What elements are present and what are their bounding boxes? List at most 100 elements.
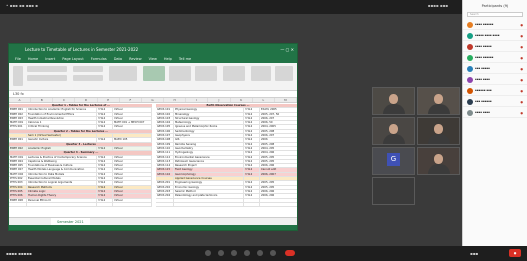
table-cell[interactable]: GEOS 104: [156, 121, 174, 125]
table-cell[interactable]: Academic English: [27, 146, 97, 151]
table-cell[interactable]: 2005, 205: [260, 156, 297, 159]
mic-muted-icon[interactable]: ●: [520, 89, 523, 93]
font-selector[interactable]: [27, 66, 67, 72]
raise-hand-icon[interactable]: [244, 250, 250, 256]
video-tile[interactable]: [372, 177, 415, 205]
table-cell[interactable]: Petroleum Geoscience: [174, 159, 244, 164]
participant-row[interactable]: ▪▪▪▪ ▪▪▪▪▪ ●: [463, 41, 527, 52]
table-cell[interactable]: 2005, 207, 50: [260, 113, 297, 116]
participant-row[interactable]: ▪▪▪▪ ▪▪▪▪ ●: [463, 74, 527, 85]
table-cell[interactable]: Environmental Geoscience: [174, 155, 244, 159]
participant-row[interactable]: ▪▪▪▪ ▪▪▪▪▪▪ ●: [463, 52, 527, 63]
window-controls[interactable]: — ▢ ✕: [280, 44, 294, 56]
participants-search-input[interactable]: Search: [467, 12, 523, 17]
table-cell[interactable]: 3 W.2: [244, 185, 260, 189]
table-cell[interactable]: 2006: [260, 138, 297, 141]
table-cell[interactable]: 2006, 207: [260, 134, 297, 137]
table-cell[interactable]: [174, 202, 244, 207]
participant-row[interactable]: ▪▪▪ ▪▪▪▪▪▪ ●: [463, 96, 527, 107]
video-tile[interactable]: [372, 117, 415, 145]
table-cell[interactable]: Sedimentology: [174, 129, 244, 134]
table-cell[interactable]: [260, 199, 297, 202]
table-cell[interactable]: GEOS 105: [156, 125, 174, 129]
mic-icon[interactable]: [205, 250, 211, 256]
table-cell[interactable]: Calculus 1: [27, 121, 97, 125]
table-cell[interactable]: 2006, 206: [260, 194, 297, 197]
table-cell[interactable]: 3 W.2: [97, 194, 113, 198]
table-cell[interactable]: 2004, 205: [260, 147, 297, 150]
table-cell[interactable]: [9, 202, 27, 207]
table-cell[interactable]: Paleontology and plate tectonics: [174, 194, 244, 198]
table-cell[interactable]: [156, 198, 174, 202]
table-cell[interactable]: 3 W.2: [244, 108, 260, 112]
column-header[interactable]: H: [164, 98, 187, 102]
table-cell[interactable]: 3 W.2: [244, 151, 260, 155]
table-cell[interactable]: Field Geology: [174, 168, 244, 172]
table-cell[interactable]: [244, 177, 260, 181]
participant-row[interactable]: ▪▪▪▪ ▪▪▪▪▪▪ ●: [463, 19, 527, 30]
table-cell[interactable]: ENPH 002: [9, 112, 27, 116]
more-options-icon[interactable]: [270, 250, 276, 256]
menu-tab-view[interactable]: View: [149, 56, 157, 63]
menu-tab-tell-me[interactable]: Tell me: [179, 56, 191, 63]
table-cell[interactable]: Geophysics: [174, 134, 244, 138]
table-cell[interactable]: 2004, 2005: [260, 125, 297, 128]
table-cell[interactable]: 3 W.2: [244, 142, 260, 146]
table-cell[interactable]: GEOS 102: [156, 112, 174, 116]
table-cell[interactable]: MATH 002: [9, 172, 27, 176]
table-cell[interactable]: [260, 177, 297, 180]
table-cell[interactable]: Virtual: [113, 168, 152, 172]
table-cell[interactable]: Virtual: [113, 181, 152, 185]
table-cell[interactable]: ENPH 005: [9, 164, 27, 168]
table-cell[interactable]: [156, 177, 174, 181]
table-cell[interactable]: GEOS 110: [156, 146, 174, 151]
table-cell[interactable]: ENPH 007: [9, 168, 27, 172]
mic-muted-icon[interactable]: ●: [520, 23, 523, 27]
table-cell[interactable]: GEOS 201: [156, 181, 174, 185]
cell-styles-icon[interactable]: [195, 66, 217, 81]
menu-tab-formulas[interactable]: Formulas: [91, 56, 107, 63]
table-cell[interactable]: Introduction to Academic English for Sci…: [27, 108, 97, 112]
table-cell[interactable]: [9, 134, 27, 138]
table-cell[interactable]: 3 W.2: [244, 138, 260, 142]
table-cell[interactable]: Genetic Culture: [27, 138, 97, 142]
mic-muted-icon[interactable]: ●: [520, 111, 523, 115]
table-cell[interactable]: GEOS 115: [156, 168, 174, 172]
table-cell[interactable]: Remote Sensing: [174, 142, 244, 146]
table-cell[interactable]: ENPH 001: [9, 138, 27, 142]
table-cell[interactable]: 3 W.2: [97, 112, 113, 116]
video-tile[interactable]: [417, 87, 460, 115]
table-cell[interactable]: Essential Cultural Models: [27, 177, 97, 181]
table-cell[interactable]: ENPH 003: [9, 116, 27, 121]
table-cell[interactable]: [27, 202, 97, 207]
table-cell[interactable]: 3 W.2: [97, 138, 113, 142]
column-header[interactable]: E: [98, 98, 120, 102]
table-cell[interactable]: 3 W.2: [244, 129, 260, 134]
table-cell[interactable]: Sem 1 (Virtual Semester): [27, 134, 97, 138]
table-cell[interactable]: GEOS 202: [156, 185, 174, 189]
table-cell[interactable]: Geomorphology: [174, 172, 244, 176]
table-cell[interactable]: ENPH 004: [9, 159, 27, 164]
table-cell[interactable]: PHYS 006: [9, 194, 27, 198]
table-cell[interactable]: Igneous and Metamorphic Rocks: [174, 125, 244, 129]
column-header[interactable]: B: [31, 98, 54, 102]
table-cell[interactable]: 3 W.2: [97, 198, 113, 202]
table-cell[interactable]: GIS: [174, 138, 244, 142]
table-cell[interactable]: Virtual: [113, 194, 152, 198]
table-cell[interactable]: Virtual: [113, 198, 152, 202]
table-cell[interactable]: Personal Ethics III: [27, 198, 97, 202]
captions-icon[interactable]: [231, 250, 237, 256]
table-cell[interactable]: [174, 198, 244, 202]
present-icon[interactable]: [257, 250, 263, 256]
table-cell[interactable]: 2005, 205: [260, 181, 297, 184]
table-cell[interactable]: Virtual: [113, 108, 152, 112]
table-cell[interactable]: 3 W.2: [244, 146, 260, 151]
table-cell[interactable]: Foundations of Business & Culture: [27, 164, 97, 168]
table-cell[interactable]: 3 W.2: [244, 155, 260, 159]
table-cell[interactable]: GEOS 203: [156, 189, 174, 194]
table-cell[interactable]: 2006, 206: [260, 164, 297, 167]
column-header[interactable]: I: [186, 98, 209, 102]
table-cell[interactable]: Physical Geology: [174, 108, 244, 112]
table-cell[interactable]: MATH 001: [9, 155, 27, 159]
insert-delete-icon[interactable]: [223, 66, 245, 81]
